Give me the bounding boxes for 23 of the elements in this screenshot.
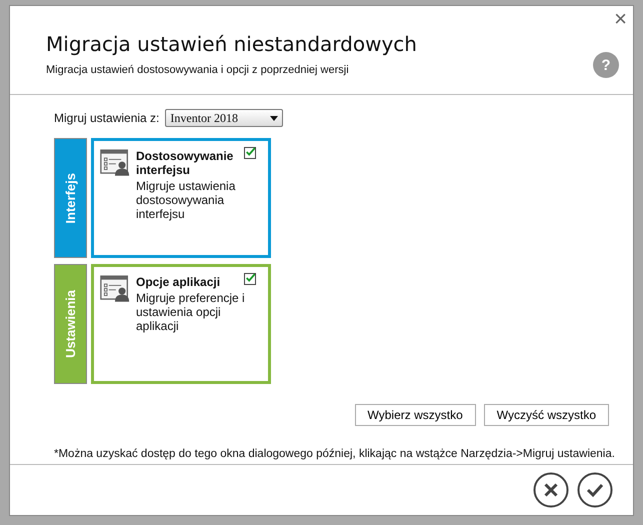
dialog-title: Migracja ustawień niestandardowych: [46, 32, 418, 56]
settings-window-icon: [100, 275, 130, 302]
option-card[interactable]: Opcje aplikacji Migruje preferencje i ustawienia opcji aplikacji: [91, 264, 271, 384]
action-button[interactable]: Wybierz wszystko: [354, 404, 476, 426]
cancel-button[interactable]: [533, 472, 569, 508]
checkbox[interactable]: [244, 147, 256, 159]
close-button[interactable]: ×: [614, 8, 627, 30]
caret-icon: [270, 116, 278, 120]
card-title: Dostosowywanie interfejsu: [136, 149, 234, 177]
source-label: Migruj ustawienia z:: [54, 111, 160, 125]
card-title: Opcje aplikacji: [136, 275, 220, 289]
version-dropdown[interactable]: Inventor 2018: [165, 109, 284, 127]
card-description: Migruje ustawienia dostosowywania interfejsu: [136, 179, 236, 221]
settings-window-icon: [100, 149, 130, 176]
action-button[interactable]: Wyczyść wszystko: [484, 404, 609, 426]
option-card[interactable]: Dostosowywanie interfejsu Migruje ustawienia dostosowywania interfejsu: [91, 138, 271, 258]
dialog-subtitle: Migracja ustawień dostosowywania i opcji z poprzedniej wersji: [46, 64, 349, 76]
card-description: Migruje preferencje i ustawienia opcji aplikacji: [136, 291, 246, 333]
group-label: Ustawienia: [63, 290, 78, 358]
checkbox[interactable]: [244, 273, 256, 285]
confirm-button[interactable]: [577, 472, 613, 508]
group-label: Interfejs: [63, 172, 78, 224]
footnote-text: *Można uzyskać dostęp do tego okna dialogowego później, klikając na wstążce Narzędzia->Migruj ustawienia.: [54, 448, 616, 460]
